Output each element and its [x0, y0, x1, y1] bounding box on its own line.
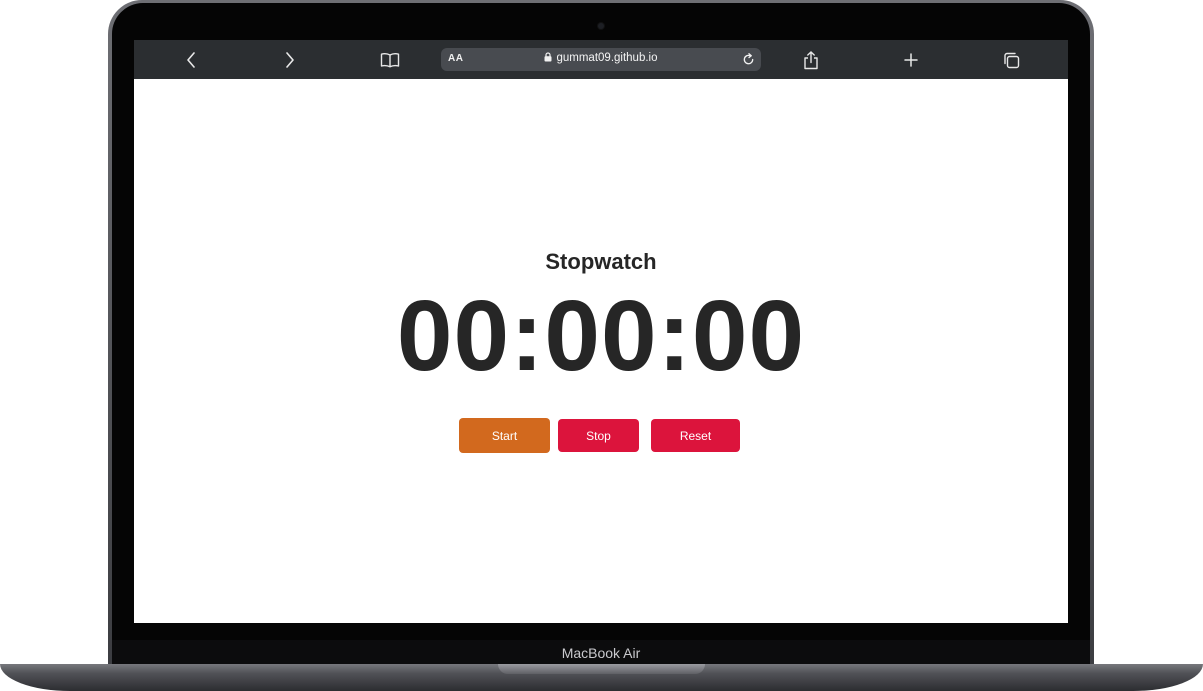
- device-frame: AA gummat09.github.io Stopwatch 00:00:00…: [0, 0, 1203, 691]
- laptop-notch: [498, 664, 705, 674]
- chevron-right-icon[interactable]: [279, 49, 301, 71]
- tabs-icon[interactable]: [1000, 49, 1022, 71]
- book-icon[interactable]: [379, 49, 401, 71]
- device-label: MacBook Air: [561, 645, 641, 661]
- time-display: 00:00:00: [396, 280, 806, 392]
- reload-icon[interactable]: [739, 50, 757, 68]
- url-display: gummat09.github.io: [441, 52, 761, 65]
- browser-window: AA gummat09.github.io Stopwatch 00:00:00…: [134, 40, 1068, 623]
- camera-icon: [598, 23, 604, 29]
- chevron-left-icon[interactable]: [180, 49, 202, 71]
- address-bar[interactable]: AA gummat09.github.io: [441, 48, 761, 71]
- stop-button[interactable]: Stop: [558, 419, 639, 452]
- page-content: Stopwatch 00:00:00 Start Stop Reset: [134, 79, 1068, 623]
- url-text: gummat09.github.io: [556, 52, 658, 64]
- start-button[interactable]: Start: [459, 418, 550, 453]
- reset-button[interactable]: Reset: [651, 419, 740, 452]
- page-title: Stopwatch: [545, 249, 657, 274]
- lock-icon: [544, 52, 552, 65]
- plus-icon[interactable]: [900, 49, 922, 71]
- share-icon[interactable]: [800, 49, 822, 71]
- browser-toolbar: AA gummat09.github.io: [134, 40, 1068, 79]
